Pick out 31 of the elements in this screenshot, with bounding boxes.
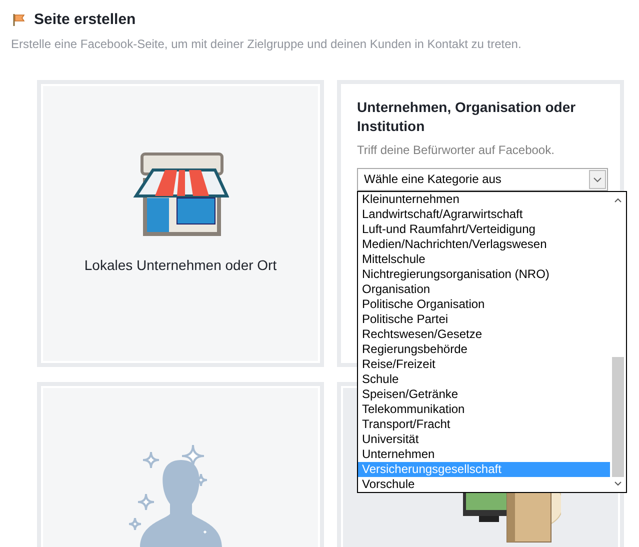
page-subtitle: Erstelle eine Facebook-Seite, um mit deiner Zielgruppe und deinen Kunden in Kontakt zu treten. bbox=[10, 36, 522, 52]
dropdown-option[interactable]: Nichtregierungsorganisation (NRO) bbox=[358, 266, 610, 282]
page-title: Seite erstellen bbox=[34, 10, 136, 30]
dropdown-option[interactable]: Politische Partei bbox=[358, 312, 610, 326]
dropdown-option[interactable]: Telekommunikation bbox=[358, 402, 610, 416]
card-subtitle: Triff deine Befürworter auf Facebook. bbox=[357, 142, 556, 158]
category-select[interactable]: Wähle eine Kategorie aus bbox=[357, 168, 608, 190]
storefront-icon bbox=[132, 152, 228, 238]
dropdown-option[interactable]: Medien/Nachrichten/Verlagswesen bbox=[358, 236, 610, 252]
card-label: Lokales Unternehmen oder Ort bbox=[84, 256, 277, 274]
dropdown-option[interactable]: Vorschule bbox=[358, 476, 610, 492]
dropdown-option[interactable]: Organisation bbox=[358, 282, 610, 296]
dropdown-option[interactable]: Politische Organisation bbox=[358, 296, 610, 312]
dropdown-option[interactable]: Unternehmen bbox=[358, 446, 610, 462]
flag-icon bbox=[12, 13, 26, 28]
dropdown-option[interactable]: Luft-und Raumfahrt/Verteidigung bbox=[358, 222, 610, 236]
dropdown-option[interactable]: Mittelschule bbox=[358, 252, 610, 266]
dropdown-option[interactable]: Regierungsbehörde bbox=[358, 342, 610, 356]
dropdown-option[interactable]: Rechtswesen/Gesetze bbox=[358, 326, 610, 342]
dropdown-option[interactable]: Schule bbox=[358, 372, 610, 386]
dropdown-option[interactable]: Universität bbox=[358, 432, 610, 446]
scroll-down-icon[interactable] bbox=[613, 478, 623, 488]
card[interactable]: Lokales Unternehmen oder Ort bbox=[37, 80, 324, 366]
scroll-thumb[interactable] bbox=[612, 356, 624, 476]
dropdown-option[interactable]: Reise/Freizeit bbox=[358, 356, 610, 372]
chevron-down-icon bbox=[589, 170, 606, 188]
dropdown-option[interactable]: Speisen/Getränke bbox=[358, 386, 610, 402]
card-title: Unternehmen, Organisation oder Institution bbox=[357, 98, 577, 136]
dropdown-option[interactable]: Landwirtschaft/Agrarwirtschaft bbox=[358, 206, 610, 222]
dropdown-option[interactable]: Kleinunternehmen bbox=[358, 192, 610, 206]
dropdown-option[interactable]: Transport/Fracht bbox=[358, 416, 610, 432]
